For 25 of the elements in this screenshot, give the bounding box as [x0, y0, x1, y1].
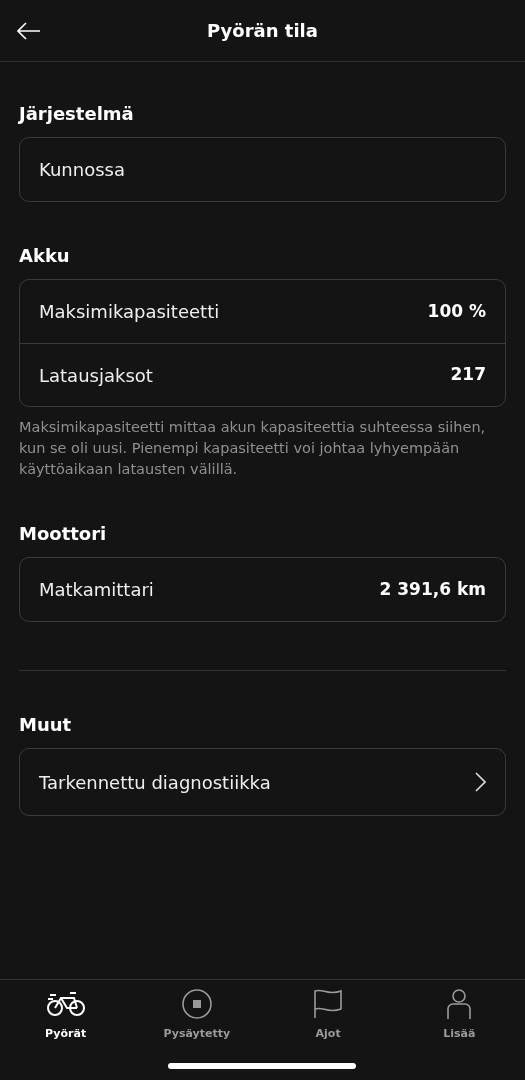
chevron-right-icon: [474, 772, 486, 792]
section-title: Moottori: [19, 522, 108, 546]
row-value: 217: [450, 363, 486, 387]
flag-icon: [313, 989, 344, 1019]
bicycle-icon: [45, 991, 86, 1017]
tab[interactable]: Lisää: [393, 988, 525, 1043]
row-value: 2 391,6 km: [379, 577, 486, 601]
back-button[interactable]: [16, 20, 42, 42]
row-label: Maksimikapasiteetti: [39, 300, 220, 324]
screen-title: Pyörän tila: [207, 19, 318, 43]
section-title: Muut: [19, 713, 73, 737]
row-label: Kunnossa: [39, 158, 125, 182]
row-label: Matkamittari: [39, 578, 154, 602]
info-note: Maksimikapasiteetti mittaa akun kapasiteettia suhteessa siihen, kun se oli uusi. Pienempi kapasiteetti voi johtaa lyhyempään käyttöaikaan latausten välillä.: [19, 418, 487, 479]
tab[interactable]: Pysäytetty: [131, 988, 263, 1043]
tab[interactable]: Pyörät: [0, 988, 132, 1043]
row-value: 100 %: [427, 299, 486, 323]
section-title: Järjestelmä: [19, 102, 135, 126]
person-icon: [446, 989, 473, 1019]
row-label: Latausjaksot: [39, 363, 153, 388]
diagnostics-row[interactable]: Tarkennettu diagnostiikka: [20, 749, 505, 815]
stop-icon: [181, 989, 212, 1019]
section-title: Akku: [19, 244, 71, 268]
tab[interactable]: Ajot: [262, 988, 394, 1043]
back-arrow-icon: [17, 22, 41, 40]
